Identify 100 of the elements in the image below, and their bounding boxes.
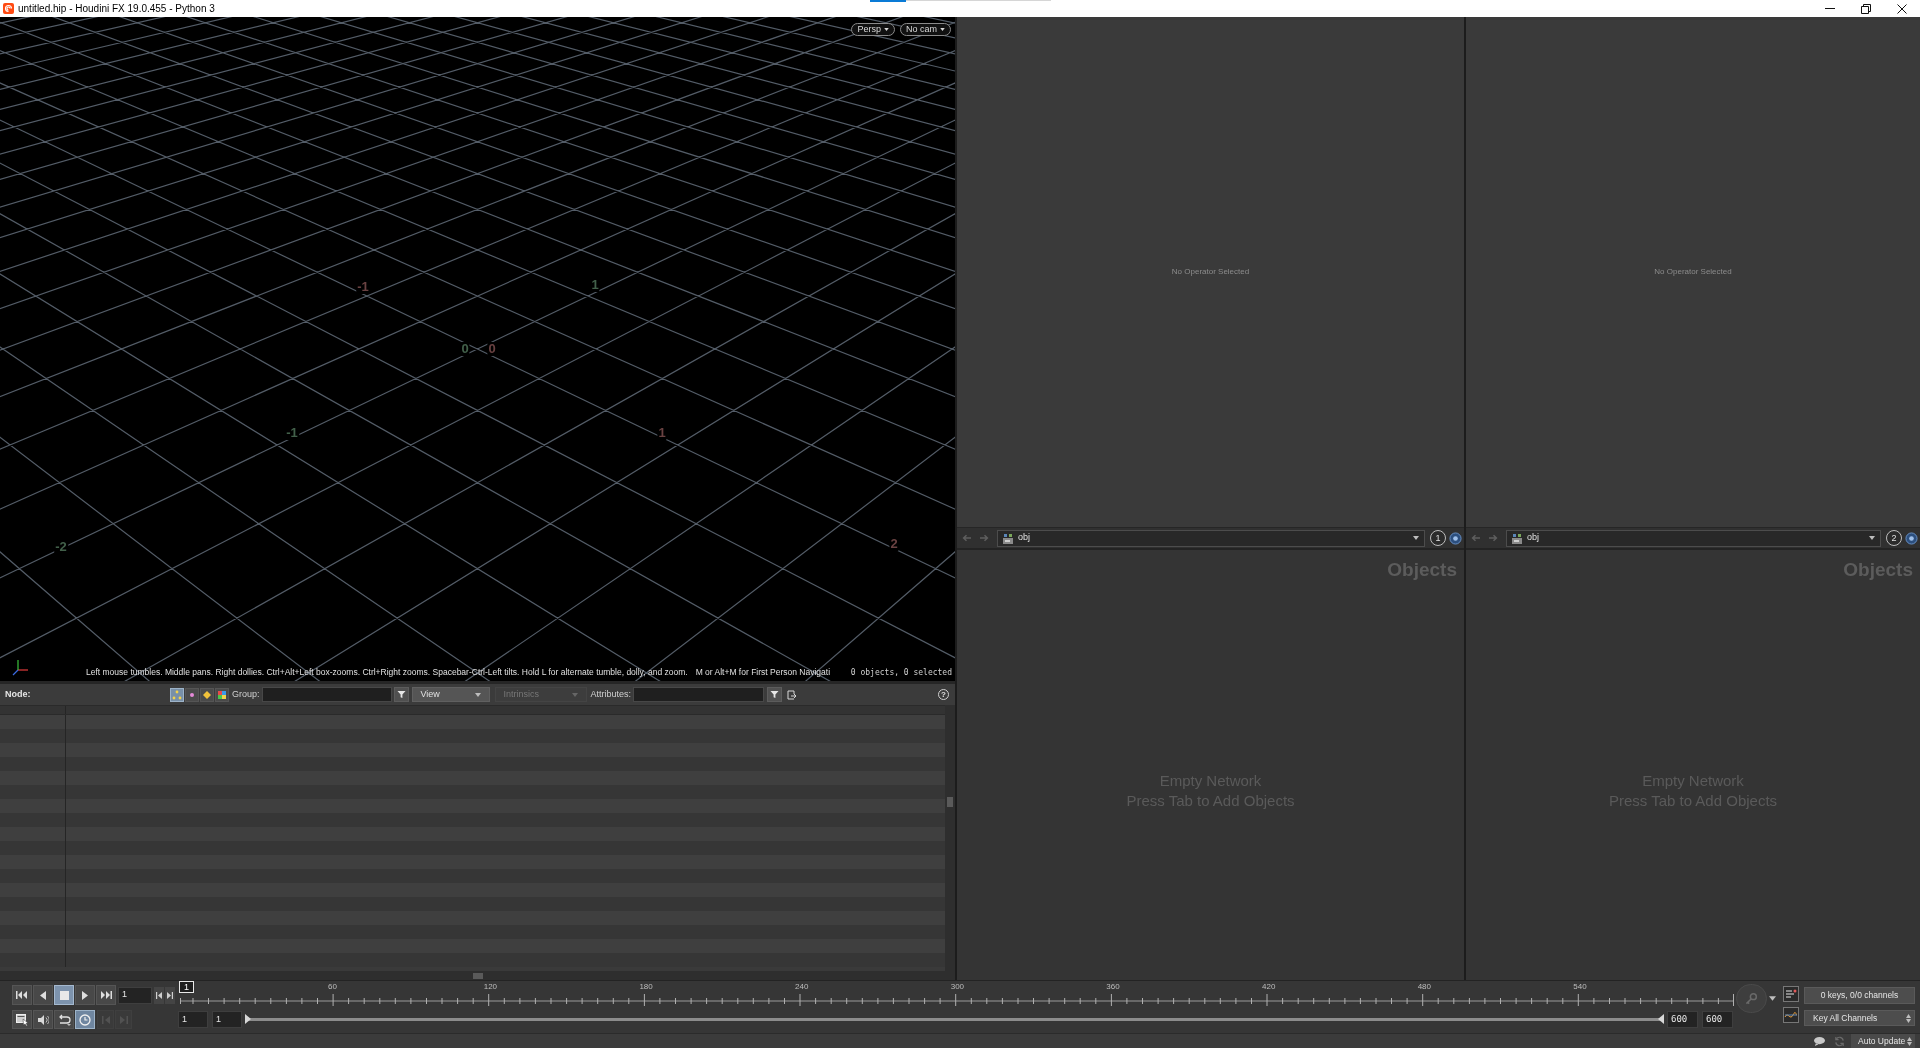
attributes-filter-button[interactable]	[767, 687, 783, 702]
attributes-field[interactable]	[633, 687, 765, 702]
frame-field[interactable]: 1	[212, 1011, 242, 1028]
step-forward-button[interactable]	[165, 986, 175, 1004]
frame-number-label: 120	[483, 982, 498, 991]
timeline-ruler[interactable]	[180, 994, 1734, 1006]
selection-status: 0 objects, 0 selected	[849, 667, 952, 678]
grid-label: 1	[657, 426, 667, 440]
frame-field[interactable]: 600	[1702, 1011, 1733, 1028]
step-back-icon	[156, 991, 162, 999]
frame-number-label: 300	[950, 982, 965, 991]
playbar-tool-button[interactable]	[12, 1010, 32, 1029]
frame-number-label: 180	[639, 982, 653, 991]
transport-button[interactable]	[12, 985, 32, 1005]
previous-key-icon	[101, 1015, 110, 1024]
up-down-arrows-icon	[1906, 1013, 1911, 1023]
geometry-type-button[interactable]	[185, 687, 199, 702]
graph-editor-icon[interactable]	[1783, 1007, 1799, 1023]
window-title: untitled.hip - Houdini FX 19.0.455 - Python 3	[18, 2, 215, 16]
clock-icon	[79, 1013, 91, 1026]
accent-strip	[870, 0, 906, 2]
scrollbar-thumb[interactable]	[472, 972, 483, 979]
pane-link-button[interactable]: 1	[1430, 530, 1446, 546]
empty-parameters-message: No Operator Selected	[1171, 266, 1250, 278]
view-menu[interactable]: View	[411, 687, 490, 702]
caret-icon	[884, 28, 889, 31]
speaker-icon	[37, 1013, 49, 1026]
next-key-icon	[119, 1015, 128, 1024]
channel-list-icon[interactable]	[1783, 986, 1799, 1002]
node-label: Node:	[5, 687, 31, 701]
caret-icon	[571, 692, 578, 697]
app-logo-icon	[3, 3, 14, 14]
axis-icon	[12, 658, 30, 676]
caret-icon	[940, 28, 945, 31]
range-start-handle[interactable]	[245, 1014, 251, 1024]
scrollbar-thumb[interactable]	[947, 797, 953, 807]
update-mode-menu[interactable]: Auto Update	[1851, 1034, 1915, 1048]
path-field[interactable]: obj	[997, 529, 1425, 547]
play-reverse-icon	[40, 990, 46, 1000]
target-icon[interactable]	[1449, 531, 1462, 545]
range-end-handle[interactable]	[1658, 1014, 1664, 1024]
play-icon	[82, 990, 88, 1000]
keys-status-button[interactable]: 0 keys, 0/0 channels	[1804, 987, 1915, 1004]
loop-icon	[57, 1013, 71, 1026]
target-icon[interactable]	[1905, 531, 1918, 545]
frame-field[interactable]: 1	[118, 986, 152, 1004]
playbar-tool-button[interactable]	[33, 1010, 53, 1029]
viewport-hint: Left mouse tumbles. Middle pans. Right dollies. Ctrl+Alt+Left box-zooms. Ctrl+Right zooms. Spacebar-Ctrl-Left tilts. Hold L for alternate tumble, dolly, and zoom.	[86, 667, 688, 678]
path-field[interactable]: obj	[1506, 529, 1881, 547]
group-field[interactable]	[261, 687, 392, 702]
geometry-type-button[interactable]	[215, 687, 229, 702]
up-down-arrows-icon	[1907, 1036, 1912, 1046]
step-back-button[interactable]	[154, 986, 164, 1004]
key-mode-menu[interactable]: Key All Channels	[1804, 1010, 1915, 1026]
camera-menu[interactable]: No cam	[900, 23, 951, 36]
frame-field[interactable]: 600	[1667, 1011, 1698, 1028]
export-icon[interactable]	[787, 689, 798, 700]
current-frame-marker[interactable]: 1	[179, 981, 194, 993]
stop-icon	[59, 990, 69, 1000]
path-menu-caret-icon[interactable]	[1869, 536, 1875, 540]
minimize-icon	[1825, 8, 1835, 9]
transport-button[interactable]	[33, 985, 53, 1005]
close-icon	[1897, 3, 1907, 14]
playbar-tool-button[interactable]	[54, 1010, 74, 1029]
grid-label: -2	[54, 540, 68, 554]
grid-label: 1	[590, 278, 600, 292]
group-label: Group:	[232, 687, 260, 701]
horizontal-scrollbar[interactable]	[0, 971, 955, 980]
geometry-type-button[interactable]	[200, 687, 214, 702]
frame-number-label: 540	[1573, 982, 1587, 991]
attributes-label: Attributes:	[590, 687, 632, 701]
detail-icon	[217, 689, 227, 700]
filter-icon	[396, 690, 406, 699]
grid-label: -1	[356, 280, 370, 294]
speech-bubble-icon[interactable]	[1813, 1036, 1826, 1046]
group-filter-button[interactable]	[393, 687, 409, 702]
key-menu-caret-icon[interactable]	[1769, 996, 1776, 1001]
step-forward-icon	[167, 991, 173, 999]
network-icon	[1002, 532, 1014, 544]
skip-to-end-icon	[100, 991, 112, 999]
empty-parameters-message: No Operator Selected	[1654, 266, 1732, 278]
path-menu-caret-icon[interactable]	[1413, 536, 1419, 540]
pane-link-button[interactable]: 2	[1886, 530, 1902, 546]
vertical-scrollbar[interactable]	[945, 705, 955, 971]
path-text: obj	[1018, 531, 1030, 545]
frame-field[interactable]: 1	[178, 1011, 208, 1028]
transport-button[interactable]	[75, 985, 95, 1005]
points-icon	[172, 689, 182, 700]
primitives-icon	[202, 689, 212, 700]
grid-label: -1	[285, 426, 299, 440]
frame-number-label: 420	[1262, 982, 1276, 991]
camera-menu[interactable]: Persp	[851, 23, 895, 36]
grid-label: 0	[460, 342, 470, 356]
geometry-type-button[interactable]	[170, 687, 184, 702]
transport-button[interactable]	[96, 985, 116, 1005]
restore-icon	[1861, 3, 1871, 14]
grid-label: 2	[889, 537, 899, 551]
grid-label: 0	[487, 342, 497, 356]
frame-number-label: 240	[795, 982, 809, 991]
frame-number-label: 60	[328, 982, 337, 991]
